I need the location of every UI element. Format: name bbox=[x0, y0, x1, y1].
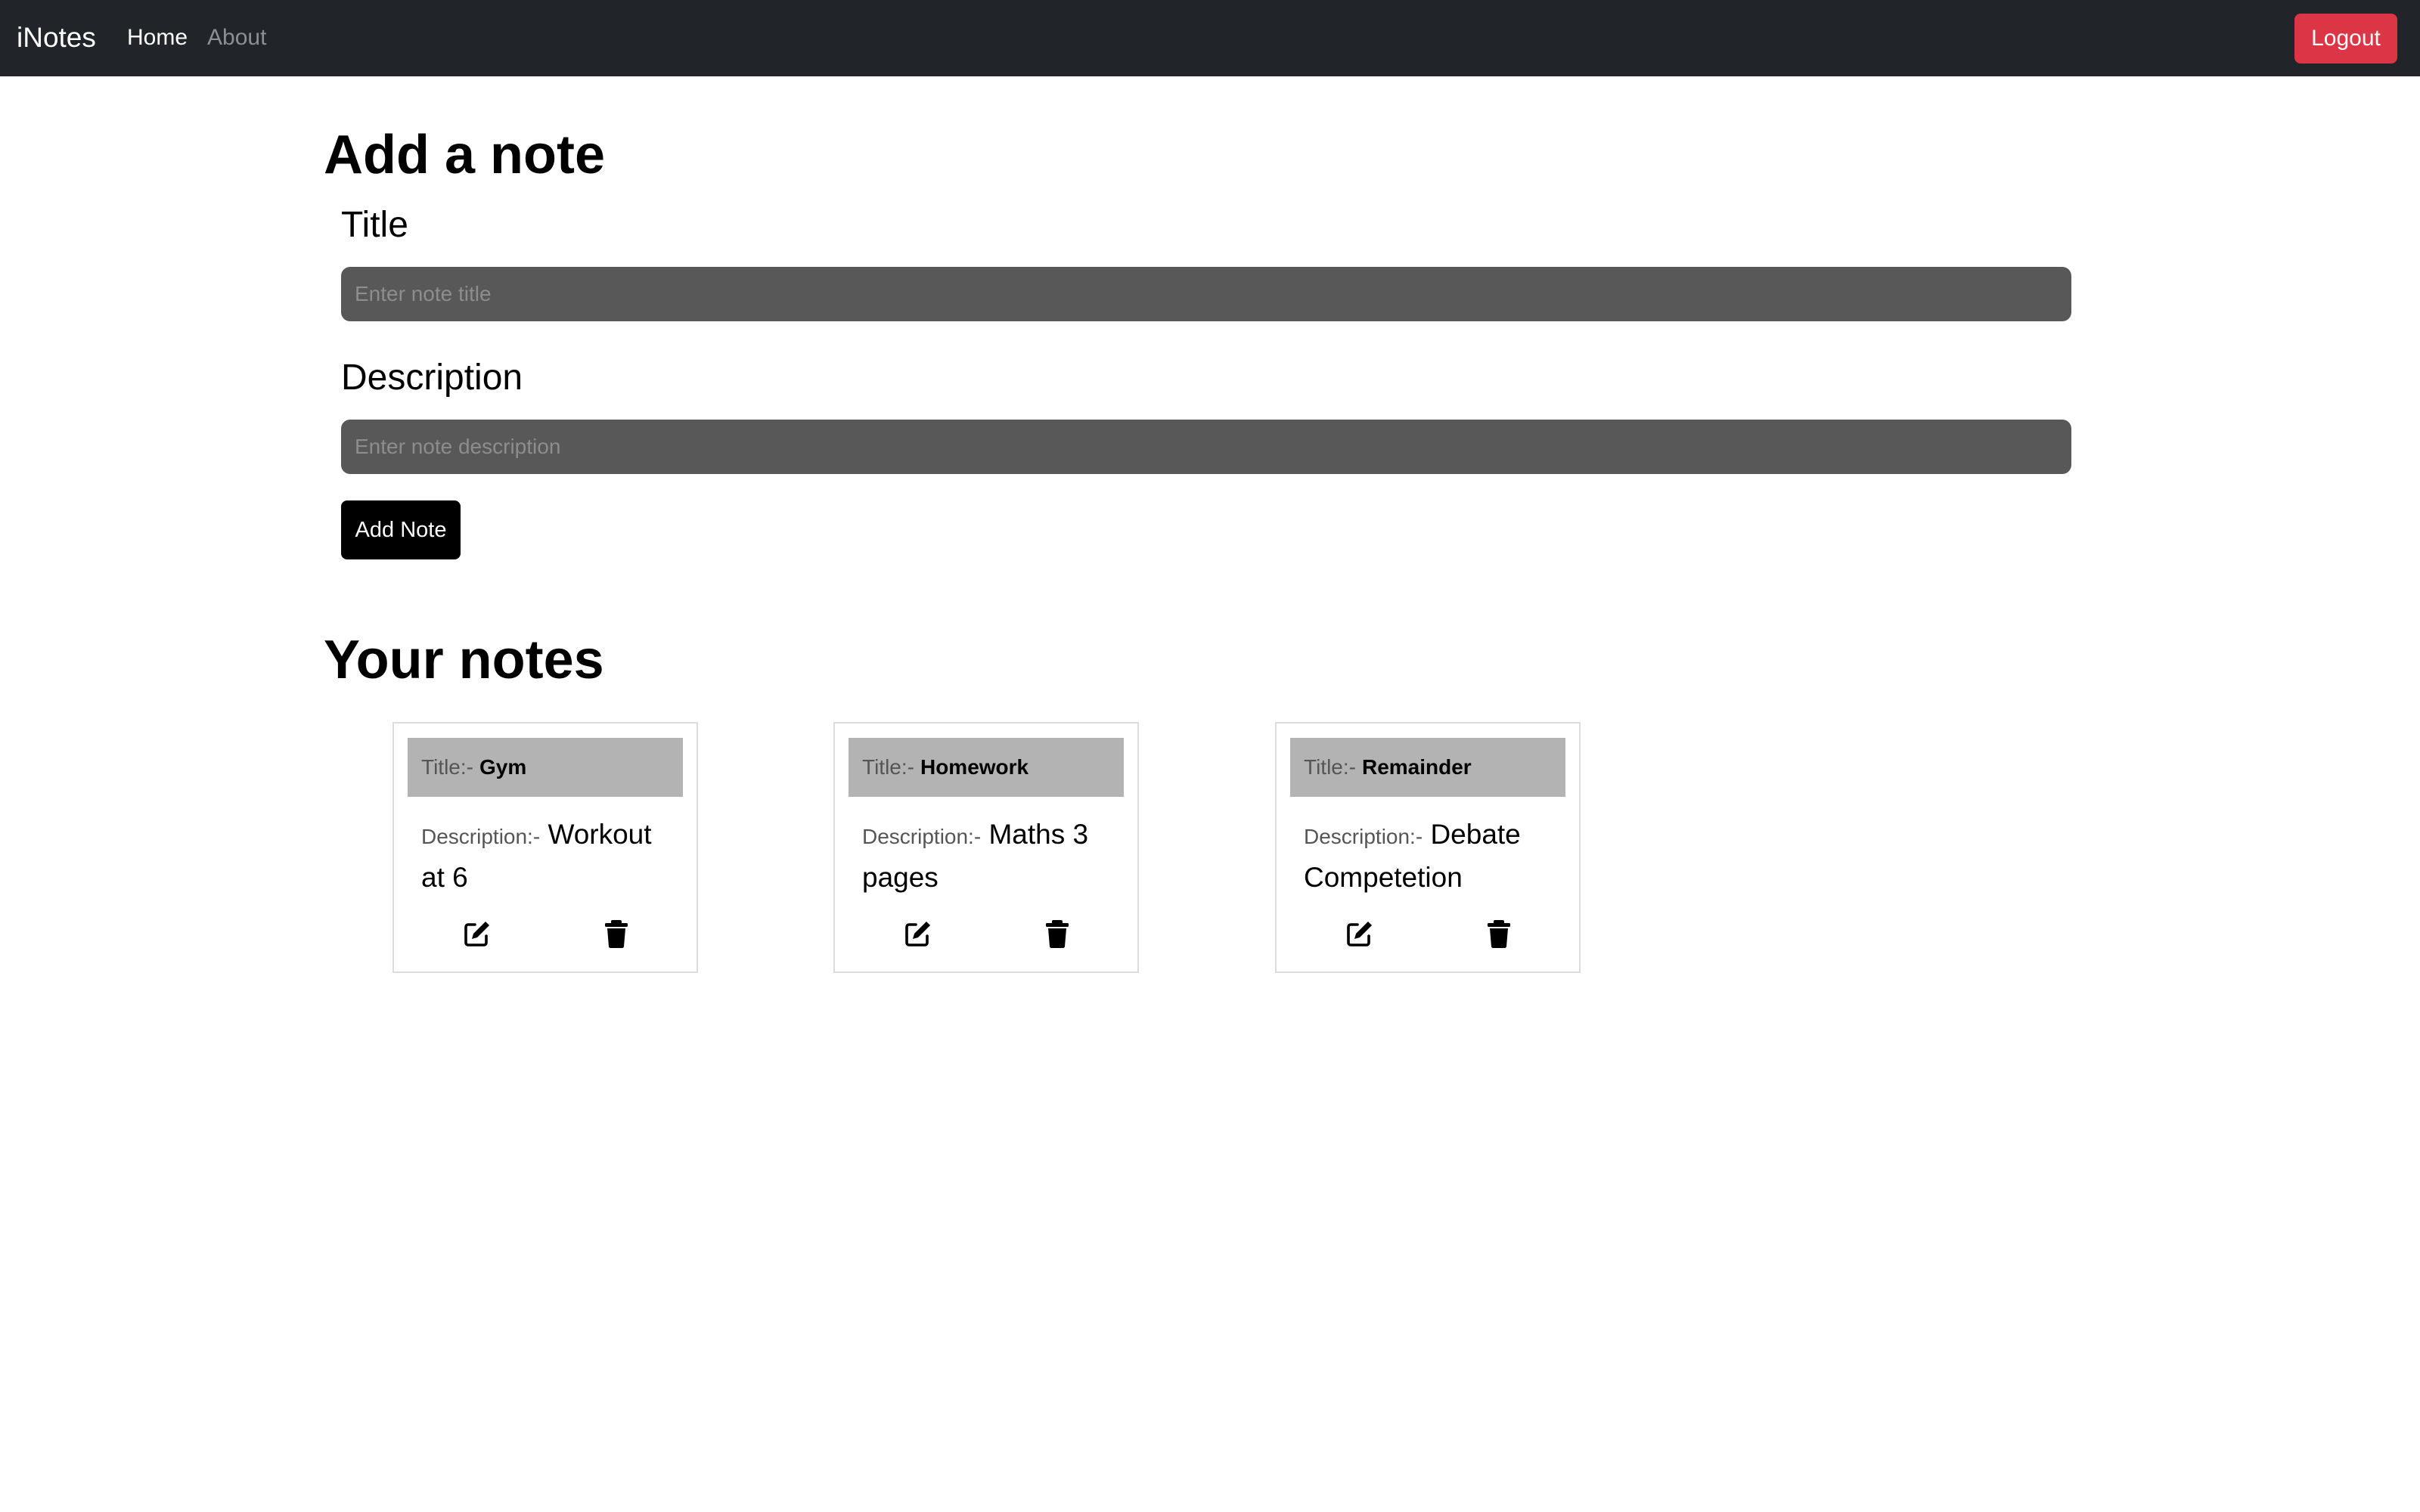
title-input[interactable] bbox=[341, 267, 2071, 321]
note-card-body: Description:- Debate Competetion bbox=[1304, 814, 1561, 898]
title-label: Title bbox=[341, 205, 408, 245]
description-input[interactable] bbox=[341, 420, 2071, 474]
note-card-body: Description:- Workout at 6 bbox=[421, 814, 678, 898]
note-card-header: Title:- Remainder bbox=[1290, 738, 1565, 797]
logout-button[interactable]: Logout bbox=[2294, 14, 2397, 64]
note-title-prefix: Title:- bbox=[1304, 755, 1356, 779]
trash-icon[interactable] bbox=[1042, 919, 1072, 949]
add-note-button[interactable]: Add Note bbox=[341, 500, 461, 559]
note-title: Homework bbox=[920, 755, 1029, 779]
note-title-prefix: Title:- bbox=[862, 755, 914, 779]
trash-icon[interactable] bbox=[601, 919, 631, 949]
your-notes-heading: Your notes bbox=[324, 630, 604, 690]
note-title-prefix: Title:- bbox=[421, 755, 473, 779]
note-title: Gym bbox=[479, 755, 527, 779]
navbar: iNotes Home About Logout bbox=[0, 0, 2420, 76]
note-description-prefix: Description:- bbox=[421, 825, 541, 848]
brand-logo[interactable]: iNotes bbox=[17, 20, 96, 56]
note-card: Title:- Remainder Description:- Debate C… bbox=[1275, 722, 1581, 973]
nav-link-home[interactable]: Home bbox=[127, 23, 188, 53]
edit-icon[interactable] bbox=[462, 919, 492, 949]
note-card: Title:- Homework Description:- Maths 3 p… bbox=[833, 722, 1139, 973]
note-description-prefix: Description:- bbox=[862, 825, 982, 848]
description-label: Description bbox=[341, 358, 523, 398]
note-card: Title:- Gym Description:- Workout at 6 bbox=[392, 722, 698, 973]
trash-icon[interactable] bbox=[1484, 919, 1514, 949]
edit-icon[interactable] bbox=[903, 919, 933, 949]
note-card-body: Description:- Maths 3 pages bbox=[862, 814, 1119, 898]
note-card-header: Title:- Gym bbox=[408, 738, 683, 797]
edit-icon[interactable] bbox=[1345, 919, 1375, 949]
note-description-prefix: Description:- bbox=[1304, 825, 1423, 848]
add-note-heading: Add a note bbox=[324, 125, 605, 185]
nav-link-about[interactable]: About bbox=[207, 23, 266, 53]
note-title: Remainder bbox=[1361, 755, 1472, 779]
note-card-header: Title:- Homework bbox=[849, 738, 1124, 797]
